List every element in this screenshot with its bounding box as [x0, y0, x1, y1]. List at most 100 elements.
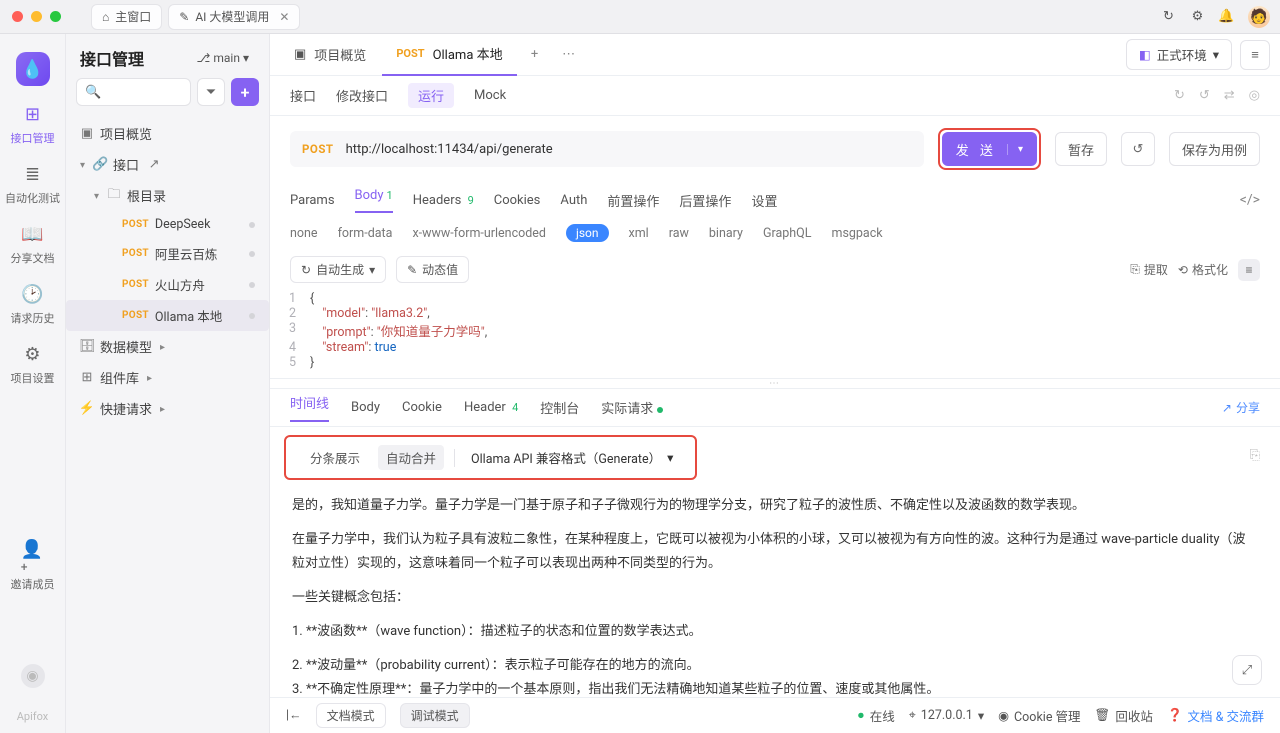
mode-items-button[interactable]: 分条展示: [302, 445, 368, 470]
window-controls[interactable]: [12, 11, 61, 22]
ptab-pre[interactable]: 前置操作: [607, 191, 659, 210]
rtab-header[interactable]: Header 4: [464, 400, 518, 415]
tree-data-model[interactable]: 🗄 数据模型: [66, 331, 269, 362]
target-icon[interactable]: ◎: [1249, 88, 1260, 103]
rail-history[interactable]: 🕑 请求历史: [11, 282, 55, 326]
url-input[interactable]: POST http://localhost:11434/api/generate: [290, 131, 924, 167]
close-window-icon[interactable]: [12, 11, 23, 22]
close-tab-icon[interactable]: ✕: [279, 10, 289, 24]
bodytype-none[interactable]: none: [290, 226, 318, 241]
subtab-edit[interactable]: 修改接口: [336, 86, 388, 105]
rail-api-manage[interactable]: ⊞ 接口管理: [11, 102, 55, 146]
send-button[interactable]: 发 送 ▾: [942, 132, 1037, 166]
history-icon[interactable]: ↻: [1174, 88, 1185, 103]
panel-menu-button[interactable]: ≡: [1240, 40, 1270, 70]
response-format-selector[interactable]: Ollama API 兼容格式（Generate） ▾: [465, 445, 679, 470]
collapse-panel-icon[interactable]: |←: [286, 708, 302, 723]
environment-selector[interactable]: ◧ 正式环境 ▾: [1126, 39, 1232, 70]
branch-icon: ⎇: [197, 51, 211, 65]
ptab-auth[interactable]: Auth: [560, 193, 587, 208]
tab-ollama-api[interactable]: POST Ollama 本地: [382, 34, 516, 76]
extract-button[interactable]: ⎘提取: [1130, 261, 1168, 278]
bodytype-formdata[interactable]: form-data: [338, 226, 393, 241]
rtab-actual-request[interactable]: 实际请求: [601, 398, 663, 417]
refresh-icon[interactable]: ↻: [1161, 9, 1176, 24]
bodytype-msgpack[interactable]: msgpack: [831, 226, 882, 241]
trash-button[interactable]: 🗑回收站: [1095, 706, 1153, 725]
request-body-editor[interactable]: 1{ 2 "model": "llama3.2", 3 "prompt": "你…: [270, 291, 1280, 379]
copy-response-icon[interactable]: ⎘: [1250, 448, 1260, 463]
cookie-manage-button[interactable]: ◉Cookie 管理: [998, 706, 1080, 725]
chevron-down-icon[interactable]: ▾: [1007, 144, 1023, 155]
bodytype-xml[interactable]: xml: [629, 226, 649, 241]
user-avatar[interactable]: 🧑: [1248, 6, 1270, 28]
more-tabs-button[interactable]: ⋯: [553, 39, 585, 71]
subtab-run[interactable]: 运行: [408, 83, 454, 108]
ptab-headers[interactable]: Headers 9: [413, 193, 474, 208]
debug-mode-button[interactable]: 调试模式: [400, 703, 470, 728]
settings-gear-icon[interactable]: ⚙: [1190, 9, 1205, 24]
rtab-cookie[interactable]: Cookie: [402, 400, 442, 415]
rail-project-settings[interactable]: ⚙ 项目设置: [11, 342, 55, 386]
subtab-interface[interactable]: 接口: [290, 86, 316, 105]
ptab-body[interactable]: Body1: [355, 188, 393, 213]
reset-button[interactable]: ↺: [1121, 132, 1155, 166]
doc-mode-button[interactable]: 文档模式: [316, 703, 386, 728]
rtab-timeline[interactable]: 时间线: [290, 393, 329, 422]
format-button[interactable]: ⟲格式化: [1178, 261, 1228, 278]
rtab-console[interactable]: 控制台: [540, 398, 579, 417]
rail-share-doc[interactable]: 📖 分享文档: [11, 222, 55, 266]
api-item-aliyun[interactable]: POST 阿里云百炼: [66, 238, 269, 269]
bodytype-binary[interactable]: binary: [709, 226, 743, 241]
tree-api-root[interactable]: 🔗 接口 ↗: [66, 149, 269, 180]
wrap-toggle[interactable]: ≡: [1238, 259, 1260, 281]
ip-selector[interactable]: ⌖127.0.0.1▾: [909, 708, 984, 724]
resize-handle[interactable]: ⋯: [270, 379, 1280, 389]
ptab-params[interactable]: Params: [290, 193, 335, 208]
redo-icon[interactable]: ↺: [1199, 88, 1210, 103]
search-input[interactable]: 🔍: [76, 78, 191, 106]
tab-ai-model[interactable]: ✎ AI 大模型调用 ✕: [168, 4, 300, 30]
minimize-window-icon[interactable]: [31, 11, 42, 22]
branch-selector[interactable]: ⎇ main ▾: [189, 48, 257, 68]
help-docs-button[interactable]: ❓文档 & 交流群: [1167, 706, 1264, 725]
save-as-case-button[interactable]: 保存为用例: [1169, 132, 1260, 166]
api-item-huoshan[interactable]: POST 火山方舟: [66, 269, 269, 300]
bodytype-json[interactable]: json: [566, 224, 609, 242]
share-button[interactable]: ↗分享: [1222, 399, 1260, 416]
bodytype-graphql[interactable]: GraphQL: [763, 226, 812, 241]
add-button[interactable]: +: [231, 78, 259, 106]
tree-quick-request[interactable]: ⚡ 快捷请求: [66, 393, 269, 424]
ptab-settings[interactable]: 设置: [751, 191, 777, 210]
tree-overview[interactable]: ▣ 项目概览: [66, 118, 269, 149]
subtab-mock[interactable]: Mock: [474, 88, 506, 103]
app-logo-icon[interactable]: 💧: [16, 52, 50, 86]
tab-project-overview[interactable]: ▣ 项目概览: [280, 34, 380, 76]
bodytype-raw[interactable]: raw: [669, 226, 689, 241]
temp-save-button[interactable]: 暂存: [1055, 132, 1107, 166]
api-item-ollama[interactable]: POST Ollama 本地: [66, 300, 269, 331]
tree-root-dir[interactable]: 🗀 根目录: [66, 180, 269, 211]
bell-icon[interactable]: 🔔: [1219, 9, 1234, 24]
expand-response-button[interactable]: ⤢: [1232, 655, 1262, 685]
new-tab-button[interactable]: +: [519, 39, 551, 71]
doc-icon: ✎: [179, 10, 189, 24]
filter-button[interactable]: ⏷: [197, 78, 225, 106]
rail-auto-test[interactable]: ≣ 自动化测试: [5, 162, 60, 206]
auto-generate-button[interactable]: ↻自动生成▾: [290, 256, 386, 283]
dynamic-value-button[interactable]: ✎动态值: [396, 256, 469, 283]
code-view-icon[interactable]: </>: [1240, 192, 1260, 208]
tab-main-window[interactable]: ⌂ 主窗口: [91, 4, 162, 30]
rail-invite[interactable]: 👤⁺ 邀请成员: [11, 548, 55, 592]
shuffle-icon[interactable]: ⇄: [1224, 88, 1235, 103]
response-body[interactable]: 是的，我知道量子力学。量子力学是一门基于原子和子子微观行为的物理学分支，研究了粒…: [270, 484, 1280, 697]
mode-merge-button[interactable]: 自动合并: [378, 445, 444, 470]
rtab-body[interactable]: Body: [351, 400, 380, 415]
tree-components[interactable]: ⊞ 组件库: [66, 362, 269, 393]
ptab-cookies[interactable]: Cookies: [494, 193, 541, 208]
api-item-deepseek[interactable]: POST DeepSeek: [66, 211, 269, 238]
maximize-window-icon[interactable]: [50, 11, 61, 22]
left-rail: 💧 ⊞ 接口管理 ≣ 自动化测试 📖 分享文档 🕑 请求历史 ⚙ 项目设置: [0, 34, 66, 733]
ptab-post[interactable]: 后置操作: [679, 191, 731, 210]
bodytype-urlencoded[interactable]: x-www-form-urlencoded: [412, 226, 546, 241]
